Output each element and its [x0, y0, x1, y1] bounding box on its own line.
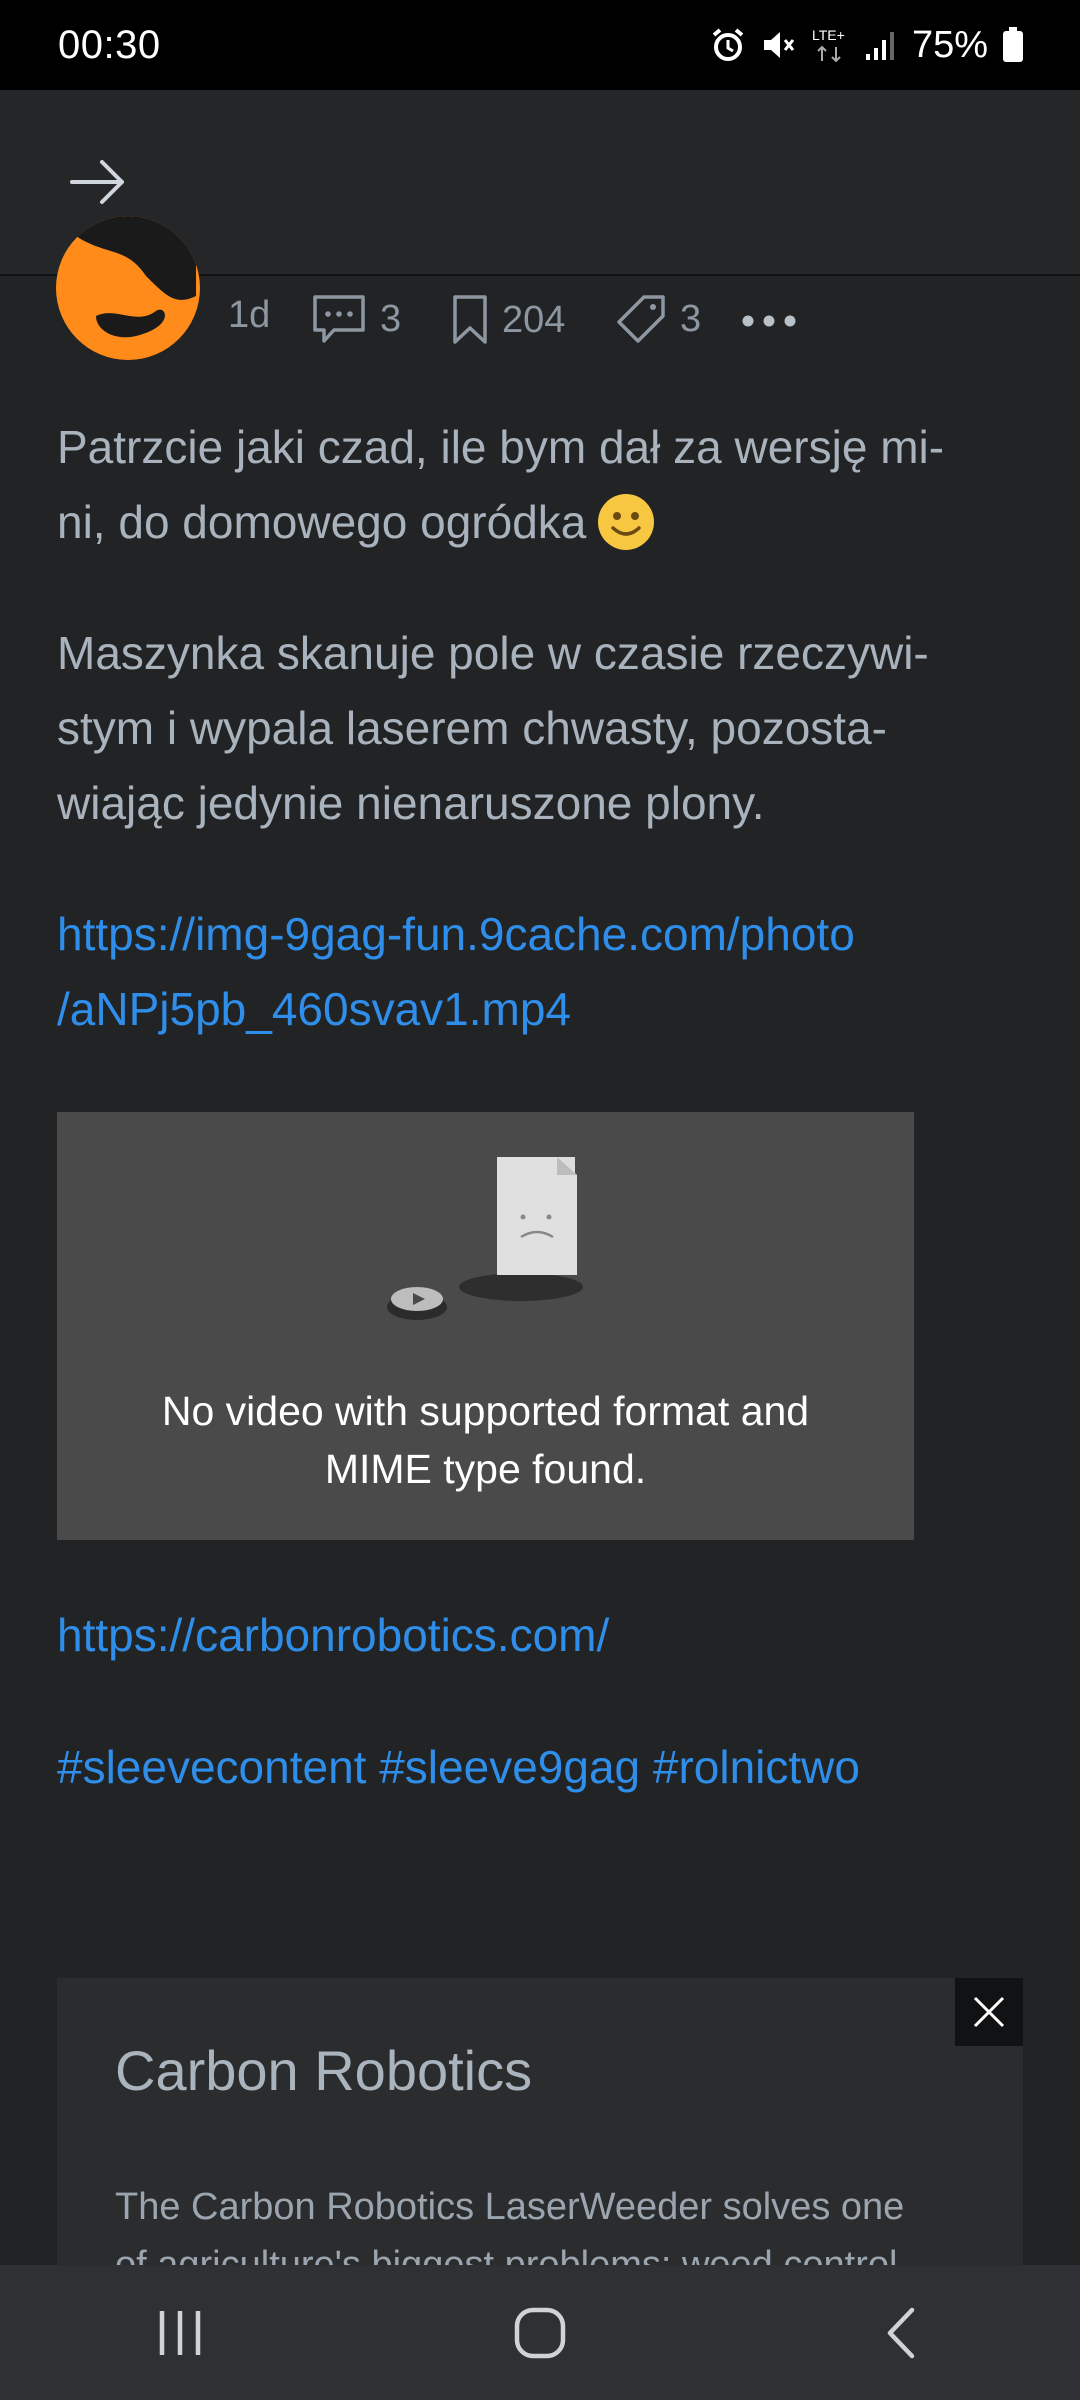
tags-count: 3 [680, 297, 702, 340]
more-icon [742, 315, 796, 327]
tags-button[interactable]: 3 [616, 294, 701, 344]
video-error-line2: MIME type found. [324, 1446, 647, 1492]
video-error-line1: No video with supported format and [161, 1388, 810, 1434]
back-button[interactable] [840, 2283, 960, 2383]
bookmark-button[interactable]: 204 [452, 294, 565, 346]
post-paragraph-2-line3: wiając jedynie nienaruszone plony. [57, 777, 765, 829]
close-preview-button[interactable] [955, 1978, 1023, 2046]
home-icon [514, 2307, 566, 2358]
lte-icon: LTE+ [812, 27, 845, 63]
site-link[interactable]: https://carbonrobotics.com/ [57, 1598, 609, 1673]
post-age-text: 1d [228, 294, 271, 336]
video-link-line1: https://img-9gag-fun.9cache.com/photo [57, 908, 855, 960]
avatar[interactable] [56, 216, 200, 360]
arrow-right-icon[interactable] [68, 152, 128, 212]
link-preview-description-line1: The Carbon Robotics LaserWeeder solves o… [115, 2186, 905, 2228]
home-button[interactable] [480, 2283, 600, 2383]
post-paragraph-1: Patrzcie jaki czad, ile bym dał za wersj… [57, 410, 1027, 560]
post-paragraph-2-line2: stym i wypala laserem chwasty, pozosta- [57, 702, 887, 754]
status-bar: 00:30 LTE+ 75% [0, 0, 1080, 90]
post-paragraph-1-line2: ni, do domowego ogródka [57, 496, 587, 548]
broken-video-icon [387, 1157, 583, 1320]
comments-button[interactable]: 3 [312, 294, 401, 344]
bookmark-icon [453, 295, 487, 344]
svg-text:LTE+: LTE+ [812, 27, 845, 43]
hashtags[interactable]: #sleevecontent #sleeve9gag #rolnictwo [57, 1730, 860, 1805]
status-time: 00:30 [58, 22, 161, 67]
signal-icon [865, 32, 894, 60]
close-icon [973, 1996, 1005, 2028]
post-meta-row: 1d 3 204 3 [0, 216, 1080, 366]
tag-icon [617, 295, 665, 343]
smile-emoji-icon [598, 494, 655, 550]
recent-apps-button[interactable] [120, 2283, 240, 2383]
post-body: Patrzcie jaki czad, ile bym dał za wersj… [57, 410, 1027, 1047]
post-age: 1d [228, 294, 270, 337]
post-paragraph-2: Maszynka skanuje pole w czasie rzeczywi-… [57, 616, 1027, 841]
comments-count: 3 [380, 297, 402, 340]
bookmarks-count: 204 [502, 298, 566, 341]
back-icon [887, 2307, 915, 2358]
battery-icon [1003, 27, 1023, 62]
more-options-button[interactable] [740, 296, 798, 346]
status-icons: LTE+ 75% [710, 24, 1024, 67]
mute-icon [763, 32, 795, 58]
video-link-line2: /aNPj5pb_460svav1.mp4 [57, 983, 571, 1035]
video-link[interactable]: https://img-9gag-fun.9cache.com/photo /a… [57, 897, 1027, 1047]
link-preview-title: Carbon Robotics [115, 2039, 533, 2102]
system-nav-bar [0, 2265, 1080, 2400]
battery-percent: 75% [911, 23, 988, 66]
post-paragraph-1-line1: Patrzcie jaki czad, ile bym dał za wersj… [57, 421, 945, 473]
video-player[interactable]: No video with supported format and MIME … [57, 1112, 914, 1540]
link-preview-card[interactable]: Carbon Robotics The Carbon Robotics Lase… [57, 1978, 1023, 2286]
alarm-icon [712, 28, 744, 61]
post-paragraph-2-line1: Maszynka skanuje pole w czasie rzeczywi- [57, 627, 929, 679]
recent-apps-icon [159, 2310, 201, 2355]
video-error-message: No video with supported format and MIME … [57, 1382, 914, 1498]
comment-icon [313, 295, 365, 343]
